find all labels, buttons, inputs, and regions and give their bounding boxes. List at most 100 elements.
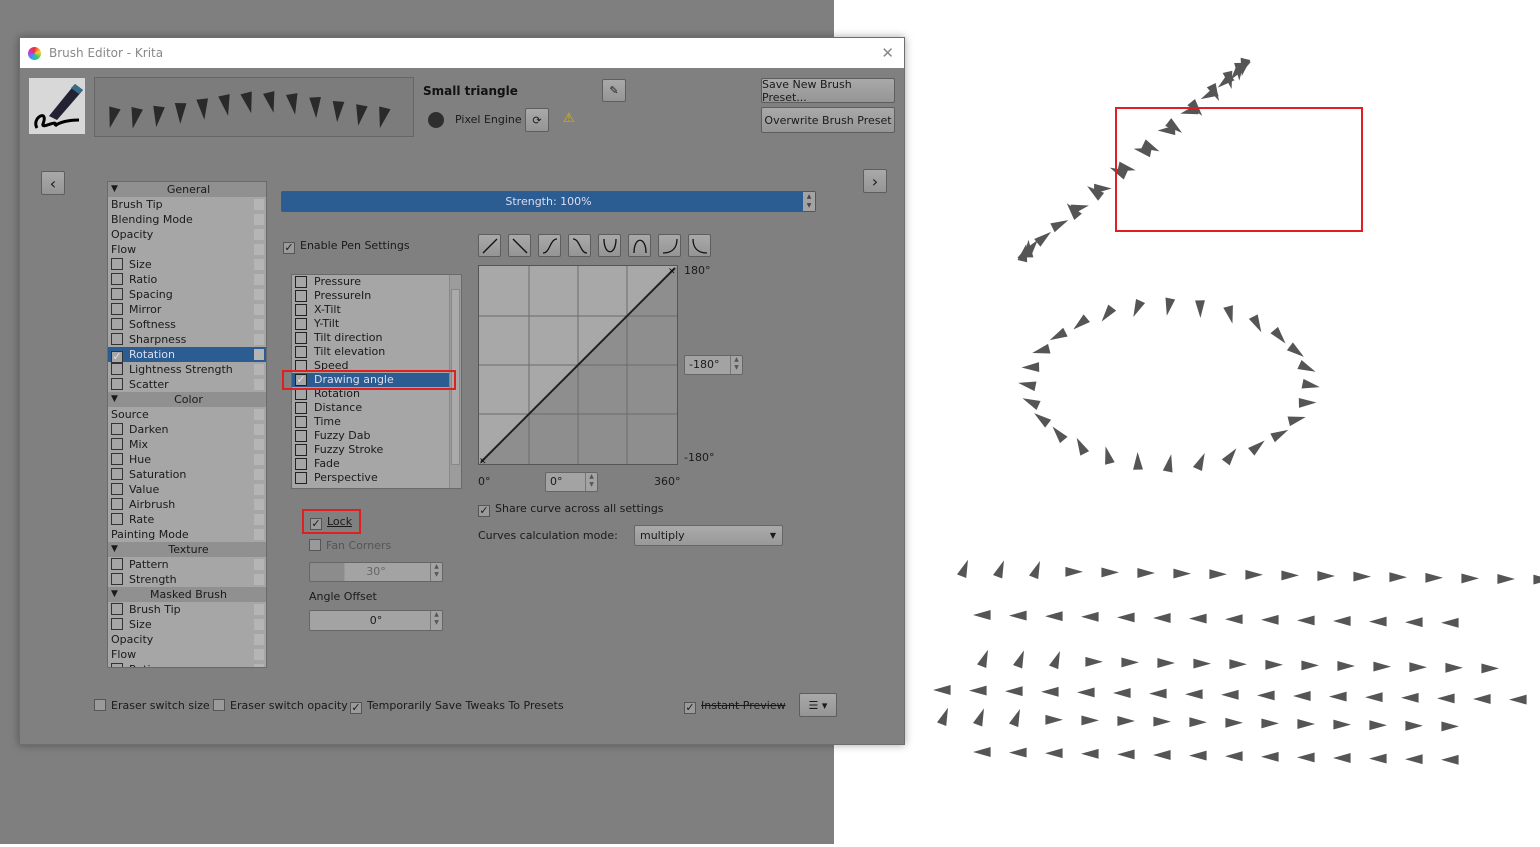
settings-list-item[interactable]: Sharpness xyxy=(108,332,266,347)
lock-icon[interactable] xyxy=(254,289,264,300)
settings-list-item[interactable]: Blending Mode xyxy=(108,212,266,227)
checkbox[interactable] xyxy=(111,453,123,465)
checkbox[interactable] xyxy=(111,483,123,495)
checkbox[interactable] xyxy=(111,603,123,615)
checkbox[interactable] xyxy=(111,378,123,390)
sensor-item[interactable]: Time xyxy=(292,415,461,429)
lock-checkbox[interactable]: ✓ Lock xyxy=(302,509,361,534)
curve-preset-button[interactable] xyxy=(508,234,531,257)
lock-icon[interactable] xyxy=(254,604,264,615)
drawing-canvas[interactable] xyxy=(834,0,1540,844)
settings-list-item[interactable]: Lightness Strength xyxy=(108,362,266,377)
settings-list-item[interactable]: Hue xyxy=(108,452,266,467)
settings-list-item[interactable]: Brush Tip xyxy=(108,197,266,212)
checkbox[interactable] xyxy=(111,558,123,570)
checkbox[interactable] xyxy=(295,290,307,302)
checkbox[interactable] xyxy=(111,288,123,300)
checkbox[interactable] xyxy=(111,438,123,450)
lock-icon[interactable] xyxy=(254,514,264,525)
overwrite-preset-button[interactable]: Overwrite Brush Preset xyxy=(761,107,895,133)
settings-list-item[interactable]: Size xyxy=(108,617,266,632)
share-curve-checkbox[interactable]: ✓ Share curve across all settings xyxy=(478,502,664,517)
lock-icon[interactable] xyxy=(254,364,264,375)
checkbox[interactable] xyxy=(295,402,307,414)
fan-corners-angle-spinbox[interactable]: 30° ▲ ▼ xyxy=(309,562,443,582)
lock-icon[interactable] xyxy=(254,649,264,660)
eraser-switch-opacity-checkbox[interactable]: Eraser switch opacity xyxy=(213,699,348,712)
save-new-preset-button[interactable]: Save New Brush Preset... xyxy=(761,78,895,104)
curve-preset-button[interactable] xyxy=(478,234,501,257)
sensor-item[interactable]: Distance xyxy=(292,401,461,415)
temporarily-save-tweaks-checkbox[interactable]: ✓ Temporarily Save Tweaks To Presets xyxy=(350,699,564,714)
settings-list-item[interactable]: Scatter xyxy=(108,377,266,392)
eraser-switch-size-checkbox[interactable]: Eraser switch size xyxy=(94,699,210,712)
lock-icon[interactable] xyxy=(254,379,264,390)
settings-list-item[interactable]: Ratio xyxy=(108,662,266,667)
lock-icon[interactable] xyxy=(254,244,264,255)
lock-icon[interactable] xyxy=(254,409,264,420)
sensor-item[interactable]: X-Tilt xyxy=(292,303,461,317)
sensor-item[interactable]: Fuzzy Stroke xyxy=(292,443,461,457)
checkbox[interactable] xyxy=(295,304,307,316)
checkbox[interactable] xyxy=(295,276,307,288)
lock-icon[interactable] xyxy=(254,469,264,480)
settings-section-header[interactable]: ▼ Color xyxy=(108,392,266,407)
lock-icon[interactable] xyxy=(254,229,264,240)
sensor-item[interactable]: Fuzzy Dab xyxy=(292,429,461,443)
close-button[interactable]: ✕ xyxy=(881,44,894,62)
sensor-item[interactable]: Fade xyxy=(292,457,461,471)
settings-list-item[interactable]: Opacity xyxy=(108,632,266,647)
settings-list-item[interactable]: Painting Mode xyxy=(108,527,266,542)
lock-icon[interactable] xyxy=(254,454,264,465)
sensor-item[interactable]: Perspective xyxy=(292,471,461,485)
checkbox[interactable] xyxy=(111,498,123,510)
checkbox[interactable] xyxy=(111,333,123,345)
sensor-item[interactable]: Pressure xyxy=(292,275,461,289)
settings-list-item[interactable]: Darken xyxy=(108,422,266,437)
settings-list-item[interactable]: ✓ Rotation xyxy=(108,347,266,363)
settings-list-item[interactable]: Spacing xyxy=(108,287,266,302)
settings-section-header[interactable]: ▼ Texture xyxy=(108,542,266,557)
settings-list-item[interactable]: Source xyxy=(108,407,266,422)
curve-preset-button[interactable] xyxy=(598,234,621,257)
checkbox[interactable] xyxy=(111,663,123,667)
settings-list-item[interactable]: Strength xyxy=(108,572,266,587)
settings-list-item[interactable]: Mix xyxy=(108,437,266,452)
checkbox[interactable] xyxy=(295,430,307,442)
checkbox[interactable] xyxy=(111,513,123,525)
curve-preset-button[interactable] xyxy=(538,234,561,257)
lock-icon[interactable] xyxy=(254,274,264,285)
lock-icon[interactable] xyxy=(254,559,264,570)
settings-list-item[interactable]: Flow xyxy=(108,242,266,257)
checkbox[interactable] xyxy=(111,423,123,435)
strength-slider[interactable]: Strength: 100% ▲ ▼ xyxy=(281,191,816,212)
curve-editor[interactable]: ✕ ✕ xyxy=(478,265,678,467)
settings-list-item[interactable]: Rate xyxy=(108,512,266,527)
angle-offset-spinbox[interactable]: 0° ▲ ▼ xyxy=(309,610,443,631)
previous-button[interactable]: ‹ xyxy=(41,171,65,195)
lock-icon[interactable] xyxy=(254,439,264,450)
settings-list-item[interactable]: Brush Tip xyxy=(108,602,266,617)
settings-list-item[interactable]: Pattern xyxy=(108,557,266,572)
settings-section-header[interactable]: ▼ Masked Brush xyxy=(108,587,266,602)
lock-icon[interactable] xyxy=(254,664,264,667)
menu-button[interactable]: ☰ ▾ xyxy=(799,693,837,717)
checkbox[interactable] xyxy=(111,258,123,270)
lock-icon[interactable] xyxy=(254,424,264,435)
checkbox[interactable] xyxy=(295,318,307,330)
checkbox[interactable] xyxy=(111,468,123,480)
lock-icon[interactable] xyxy=(254,619,264,630)
checkbox[interactable] xyxy=(295,416,307,428)
lock-icon[interactable] xyxy=(254,634,264,645)
lock-icon[interactable] xyxy=(254,214,264,225)
lock-icon[interactable] xyxy=(254,349,264,360)
settings-list-item[interactable]: Saturation xyxy=(108,467,266,482)
checkbox[interactable] xyxy=(111,303,123,315)
checkbox[interactable] xyxy=(111,573,123,585)
checkbox[interactable] xyxy=(295,346,307,358)
curve-preset-button[interactable] xyxy=(688,234,711,257)
checkbox[interactable] xyxy=(111,363,123,375)
lock-icon[interactable] xyxy=(254,319,264,330)
curve-preset-button[interactable] xyxy=(658,234,681,257)
checkbox[interactable] xyxy=(295,444,307,456)
